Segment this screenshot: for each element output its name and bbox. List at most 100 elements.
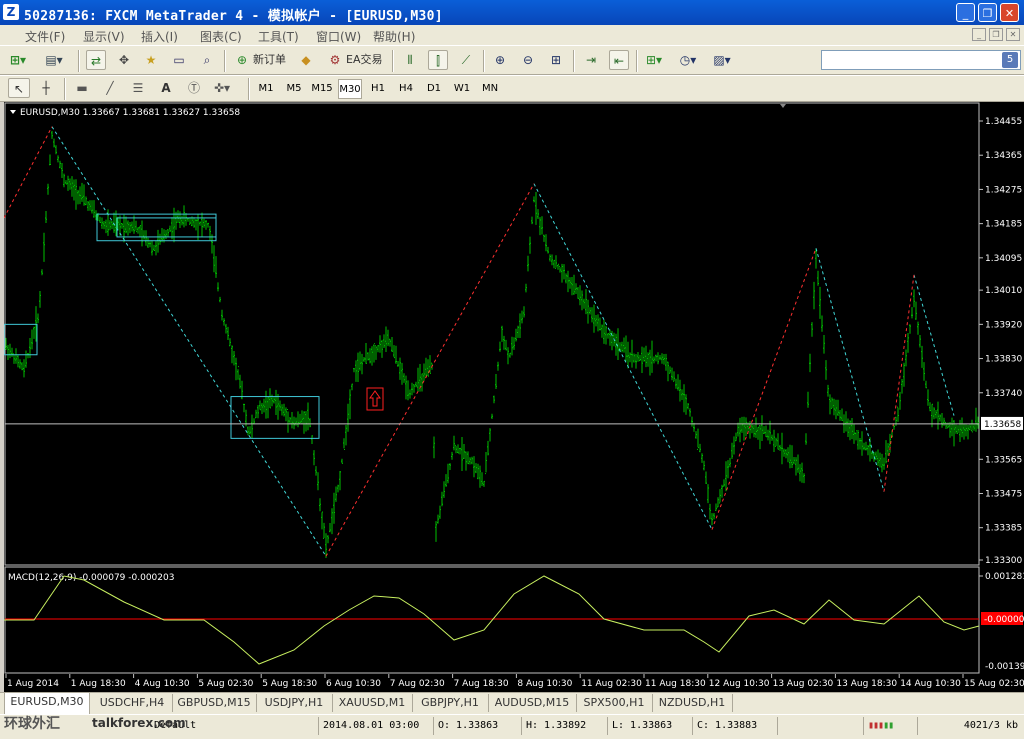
menu-window[interactable]: 窗口(W) (316, 28, 361, 45)
status-close: C: 1.33883 (692, 717, 777, 735)
new-order-icon[interactable]: ⊕ (232, 50, 252, 70)
menu-insert[interactable]: 插入(I) (141, 28, 178, 45)
main-pane-border (4, 102, 980, 566)
menu-help[interactable]: 帮助(H) (373, 28, 415, 45)
ea-trading-icon[interactable]: ⚙ (325, 50, 345, 70)
mdi-restore-button[interactable]: ❐ (989, 28, 1003, 41)
timeframe-m15[interactable]: M15 (310, 79, 334, 99)
candlestick-icon[interactable]: ⫿ (428, 50, 448, 70)
search-input[interactable]: ⌕ (821, 50, 1021, 70)
autoscroll-icon[interactable]: ⇥ (581, 50, 601, 70)
time-tick-label: 5 Aug 02:30 (198, 679, 253, 689)
menu-view[interactable]: 显示(V) (83, 28, 125, 45)
profiles-icon[interactable]: ▤▾ (44, 50, 64, 70)
chart-shift-icon[interactable]: ⇤ (609, 50, 629, 70)
trendline-icon[interactable]: ╱ (100, 78, 120, 98)
mdi-close-button[interactable]: ✕ (1006, 28, 1020, 41)
timeframe-h4[interactable]: H4 (394, 79, 418, 99)
crosshair-icon[interactable]: ┼ (36, 78, 56, 98)
tab-nzdusd-h1[interactable]: NZDUSD,H1 (652, 694, 733, 712)
timeframe-d1[interactable]: D1 (422, 79, 446, 99)
time-tick-label: 15 Aug 02:30 (964, 679, 1024, 689)
time-tick-label: 1 Aug 18:30 (71, 679, 126, 689)
menu-file[interactable]: 文件(F) (25, 28, 65, 45)
data-window-icon[interactable]: ★ (141, 50, 161, 70)
time-tick-label: 6 Aug 10:30 (326, 679, 381, 689)
arrows-icon[interactable]: ✜▾ (212, 78, 232, 98)
timeframe-m30[interactable]: M30 (338, 79, 362, 99)
timeframe-w1[interactable]: W1 (450, 79, 474, 99)
time-tick-label: 12 Aug 10:30 (709, 679, 770, 689)
status-datetime: 2014.08.01 03:00 (318, 717, 430, 735)
indicators-icon[interactable]: ⊞▾ (644, 50, 664, 70)
macd-info: MACD(12,26,9) -0.000079 -0.000203 (8, 573, 174, 583)
macd-zero-label: -0.00000 (984, 615, 1024, 625)
text-label-icon[interactable]: Ⓣ (184, 78, 204, 98)
menu-charts[interactable]: 图表(C) (200, 28, 242, 45)
status-open: O: 1.33863 (433, 717, 518, 735)
restore-button[interactable]: ❐ (978, 3, 997, 22)
price-tick-label: 1.33740 (985, 389, 1022, 399)
tab-eurusd-m30[interactable]: EURUSD,M30 (4, 693, 90, 715)
watermark-en: talkforex.com (92, 716, 186, 730)
tab-usdchf-h4[interactable]: USDCHF,H4 (92, 694, 173, 712)
price-tick-label: 1.34275 (985, 185, 1022, 195)
time-tick-label: 11 Aug 18:30 (645, 679, 706, 689)
symbol-info: EURUSD,M30 1.33667 1.33681 1.33627 1.336… (20, 108, 240, 118)
new-chart-icon[interactable]: ⊞▾ (8, 50, 28, 70)
price-tick-label: 1.33565 (985, 455, 1022, 465)
notification-badge[interactable]: 5 (1002, 52, 1018, 68)
periods-icon[interactable]: ◷▾ (678, 50, 698, 70)
close-button[interactable]: ✕ (1000, 3, 1019, 22)
price-tick-label: 1.34365 (985, 151, 1022, 161)
tab-gbpjpy-h1[interactable]: GBPJPY,H1 (412, 694, 489, 712)
price-tick-label: 1.34185 (985, 220, 1022, 230)
price-tick-label: 1.33300 (985, 556, 1022, 566)
tile-windows-icon[interactable]: ⊞ (546, 50, 566, 70)
line-chart-icon[interactable]: ⟋ (456, 50, 476, 70)
ea-trading-button[interactable]: EA交易 (346, 50, 382, 70)
price-chart[interactable]: EURUSD,M30 1.33667 1.33681 1.33627 1.336… (4, 102, 1024, 692)
menu-tools[interactable]: 工具(T) (258, 28, 299, 45)
zoom-in-icon[interactable]: ⊕ (490, 50, 510, 70)
price-tick-label: 1.34455 (985, 117, 1022, 127)
tab-xauusd-m1[interactable]: XAUUSD,M1 (332, 694, 413, 712)
tab-spx500-h1[interactable]: SPX500,H1 (576, 694, 653, 712)
minimize-button[interactable]: _ (956, 3, 975, 22)
text-tool[interactable]: A (156, 78, 176, 98)
macd-tick-label: 0.001281 (985, 572, 1024, 582)
time-tick-label: 7 Aug 18:30 (454, 679, 509, 689)
timeframe-mn[interactable]: MN (478, 79, 502, 99)
macd-line (4, 575, 980, 665)
new-order-button[interactable]: 新订单 (253, 50, 286, 70)
rectangle-icon[interactable]: ▬ (72, 78, 92, 98)
price-tick-label: 1.33830 (985, 355, 1022, 365)
market-watch-icon[interactable]: ⇄ (86, 50, 106, 70)
navigator-icon[interactable]: ✥ (114, 50, 134, 70)
bar-chart-icon[interactable]: ⫴ (400, 50, 420, 70)
price-tick-label: 1.34095 (985, 254, 1022, 264)
zigzag-down-line (51, 126, 955, 557)
fibonacci-icon[interactable]: ☰ (128, 78, 148, 98)
chart-window[interactable]: EURUSD,M30 1.33667 1.33681 1.33627 1.336… (4, 102, 1024, 692)
metaeditor-icon[interactable]: ◆ (296, 50, 316, 70)
mdi-minimize-button[interactable]: _ (972, 28, 986, 41)
timeframe-m1[interactable]: M1 (254, 79, 278, 99)
cursor-icon[interactable]: ↖ (8, 78, 30, 98)
connection-icon[interactable]: ▮▮▮▮▮ (863, 717, 917, 735)
time-tick-label: 8 Aug 10:30 (517, 679, 572, 689)
tab-gbpusd-m15[interactable]: GBPUSD,M15 (172, 694, 257, 712)
zigzag-up-line (4, 126, 915, 557)
templates-icon[interactable]: ▨▾ (712, 50, 732, 70)
terminal-icon[interactable]: ▭ (169, 50, 189, 70)
tab-usdjpy-h1[interactable]: USDJPY,H1 (256, 694, 333, 712)
timeframe-m5[interactable]: M5 (282, 79, 306, 99)
price-tick-label: 1.33475 (985, 489, 1022, 499)
watermark-cn: 环球外汇 (4, 716, 60, 732)
time-tick-label: 14 Aug 10:30 (900, 679, 961, 689)
timeframe-h1[interactable]: H1 (366, 79, 390, 99)
zoom-out-icon[interactable]: ⊖ (518, 50, 538, 70)
tab-audusd-m15[interactable]: AUDUSD,M15 (488, 694, 577, 712)
strategy-tester-icon[interactable]: ⌕ (197, 50, 217, 70)
time-tick-label: 1 Aug 2014 (7, 679, 59, 689)
